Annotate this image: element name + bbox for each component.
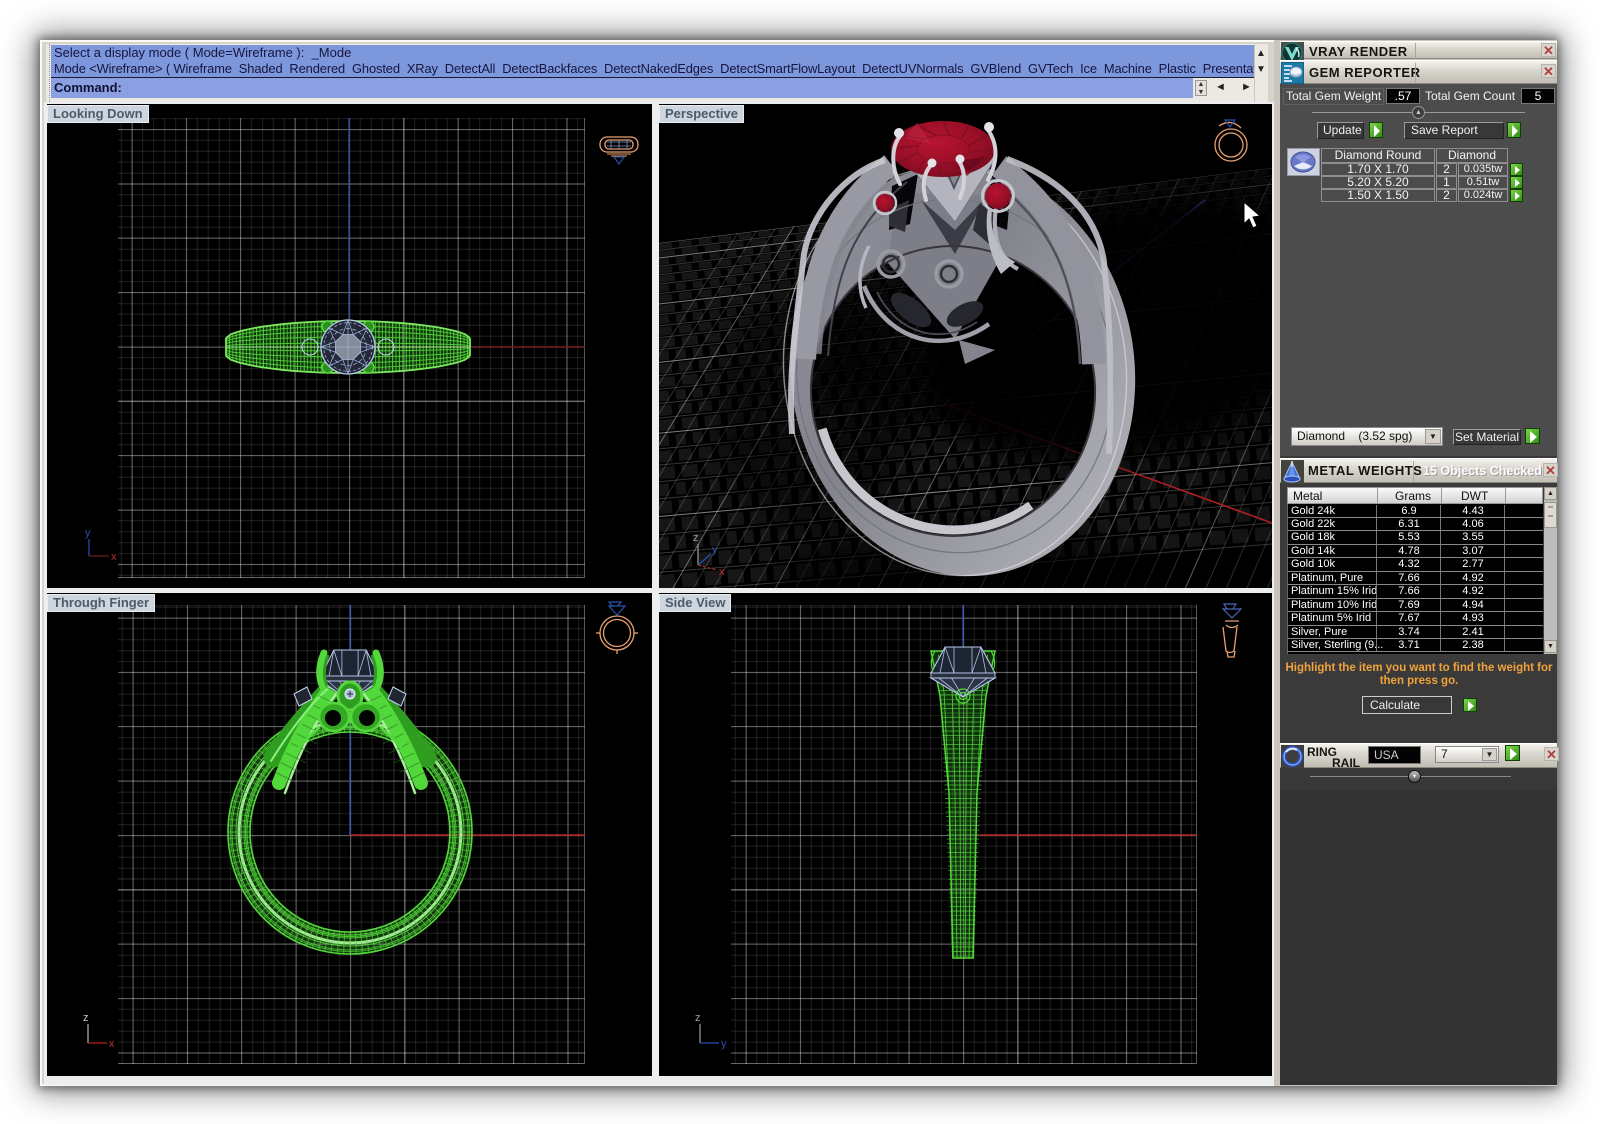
svg-text:x: x [111, 551, 117, 563]
svg-text:x: x [719, 566, 725, 578]
svg-text:y: y [85, 527, 91, 539]
svg-text:x: x [109, 1038, 115, 1050]
svg-text:y: y [721, 1038, 727, 1050]
svg-text:y: y [712, 544, 718, 556]
svg-text:z: z [83, 1012, 89, 1024]
svg-text:z: z [695, 1012, 701, 1024]
svg-text:z: z [693, 532, 699, 544]
